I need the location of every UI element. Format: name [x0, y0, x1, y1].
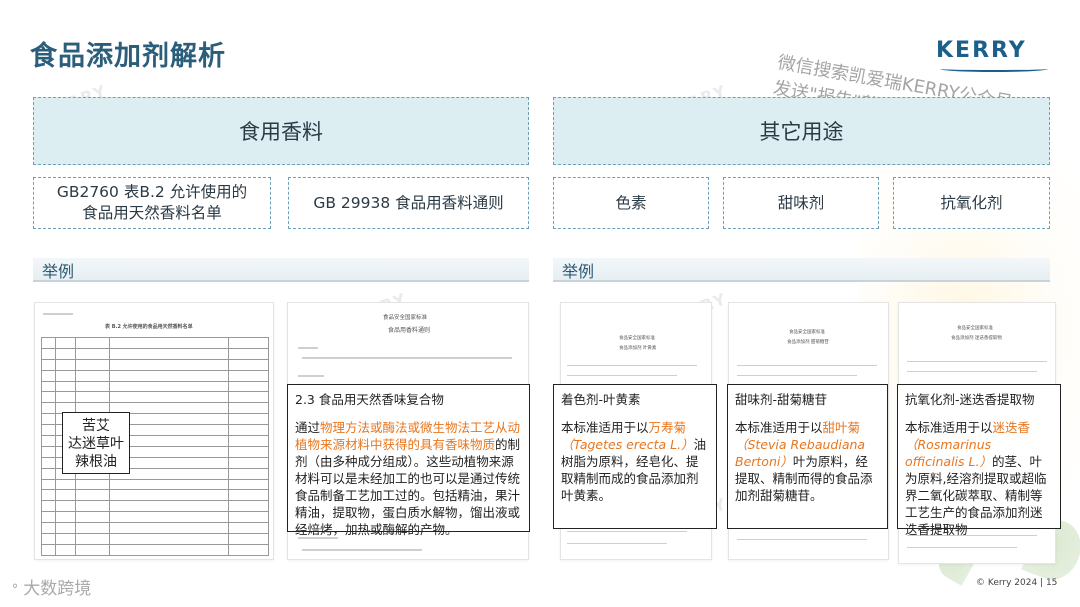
note-heading: 甜味剂-甜菊糖苷	[735, 392, 828, 407]
page-title: 食品添加剂解析	[30, 41, 226, 72]
doc-title: 食品安全国家标准	[957, 326, 993, 331]
note-heading: 抗氧化剂-迷迭香提取物	[905, 392, 1035, 407]
category-flavors: 食用香料	[33, 97, 529, 165]
example-bar-left	[33, 258, 529, 282]
gb29938-definition-note: 2.3 食品用天然香味复合物 通过物理方法或酶法或微生物法工艺从动植物来源材料中…	[287, 384, 530, 537]
doc-header: 食品安全国家标准	[383, 315, 428, 321]
category-other-uses: 其它用途	[553, 97, 1050, 165]
example-label-right: 举例	[562, 262, 595, 281]
sweetener-box: 甜味剂	[723, 177, 879, 229]
note-body: 本标准适用于以甜叶菊（Stevia Rebaudiana Bertoni）叶为原…	[735, 420, 873, 503]
pigment-box: 色素	[553, 177, 709, 229]
kerry-logo: KERRY	[936, 38, 1027, 63]
doc-title: 食品安全国家标准	[789, 330, 825, 335]
footer-copyright: © Kerry 2024 | 15	[976, 578, 1058, 588]
bottom-brand-logo: ᐤ 大数跨境	[12, 579, 92, 599]
doc-title: 食品安全国家标准	[619, 336, 655, 341]
brand-icon: ᐤ	[12, 580, 18, 598]
gb2760-natural-flavor-list: GB2760 表B.2 允许使用的 食品用天然香料名单	[33, 177, 271, 229]
rosemary-note: 抗氧化剂-迷迭香提取物 本标准适用于以迷迭香（Rosmarinus offici…	[897, 384, 1061, 537]
example-label-left: 举例	[42, 262, 75, 281]
logo-swoosh	[940, 66, 1048, 72]
herbs-callout: 苦艾 达迷草叶 辣根油	[62, 412, 130, 474]
doc-subtitle: 食品添加剂 叶黄素	[619, 346, 657, 351]
antioxidant-box: 抗氧化剂	[893, 177, 1050, 229]
doc-subtitle: 食品添加剂 甜菊糖苷	[787, 340, 829, 345]
doc-subtitle: 食品添加剂 迷迭香提取物	[951, 336, 1002, 341]
lutein-note: 着色剂-叶黄素 本标准适用于以万寿菊（Tagetes erecta L.）油树脂…	[553, 384, 717, 529]
doc-table-title: 表 B.2 允许使用的食品用天然香料名单	[105, 324, 193, 330]
note-heading: 2.3 食品用天然香味复合物	[295, 392, 444, 407]
gb29938-flavor-general-rules: GB 29938 食品用香料通则	[288, 177, 529, 229]
note-body: 本标准适用于以迷迭香（Rosmarinus officinalis L.）的茎、…	[905, 420, 1047, 537]
note-heading: 着色剂-叶黄素	[561, 392, 641, 407]
note-body: 本标准适用于以万寿菊（Tagetes erecta L.）油树脂为原料，经皂化、…	[561, 420, 707, 503]
stevia-note: 甜味剂-甜菊糖苷 本标准适用于以甜叶菊（Stevia Rebaudiana Be…	[727, 384, 888, 529]
note-body: 通过物理方法或酶法或微生物法工艺从动植物来源材料中获得的具有香味物质的制剂（由多…	[295, 420, 521, 537]
example-bar-right	[553, 258, 1050, 282]
doc-title: 食品用香料通则	[388, 327, 431, 334]
